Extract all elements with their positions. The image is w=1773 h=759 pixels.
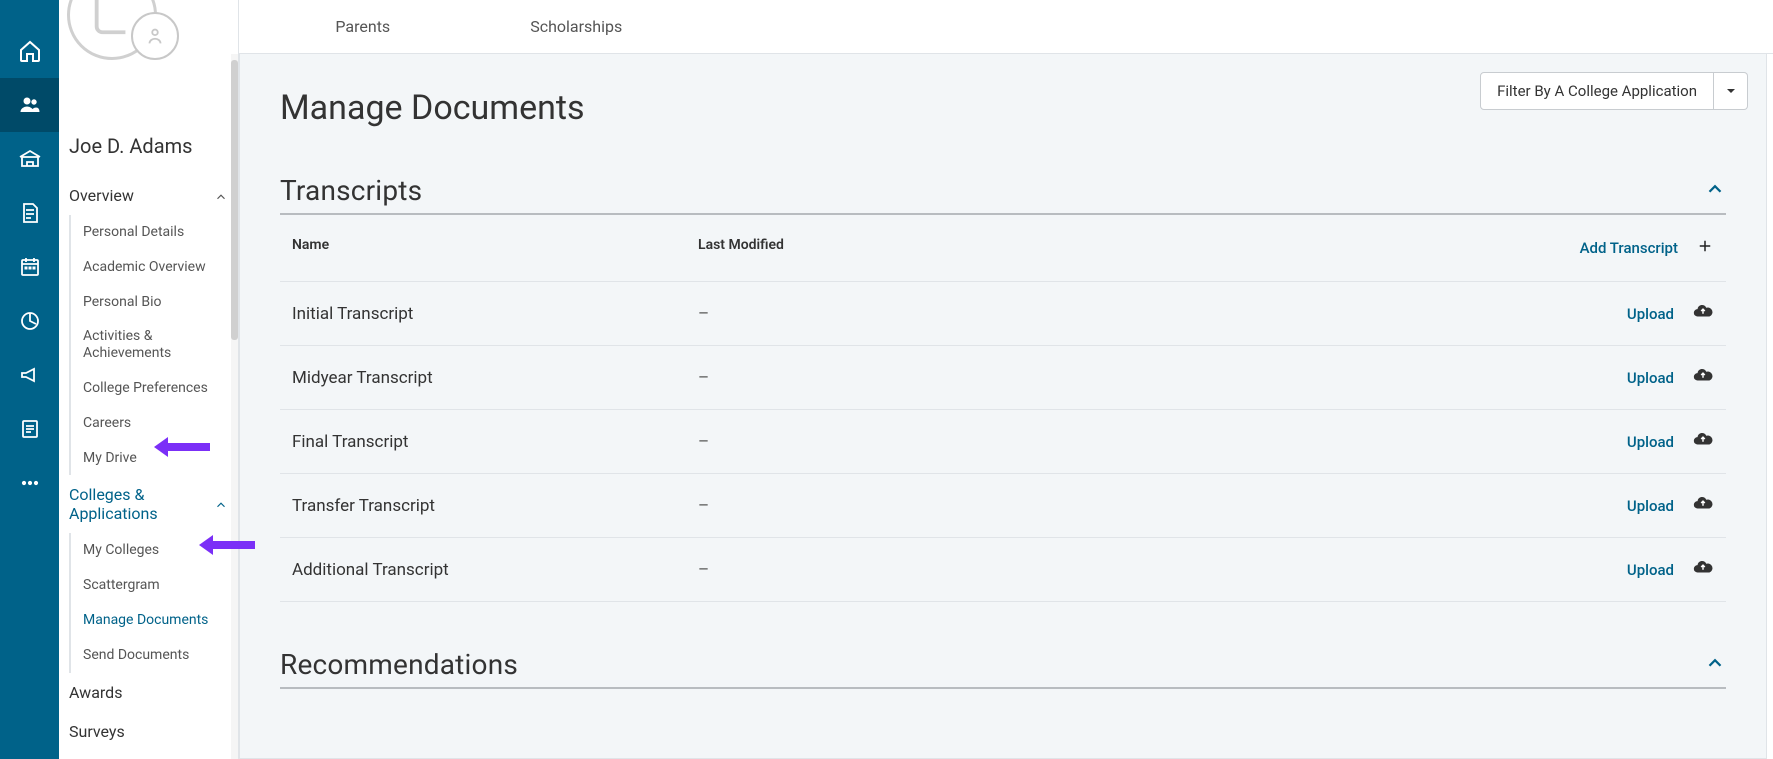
rail-document[interactable]	[0, 186, 59, 240]
cloud-upload-icon[interactable]	[1692, 428, 1714, 455]
menu-awards[interactable]: Awards	[59, 673, 238, 712]
filter-button[interactable]: Filter By A College Application	[1480, 72, 1714, 110]
row-name: Midyear Transcript	[292, 368, 698, 388]
table-row: Transfer Transcript– Upload	[280, 474, 1726, 538]
plus-icon[interactable]	[1696, 237, 1714, 259]
upload-link[interactable]: Upload	[1627, 561, 1674, 579]
top-tabs: Roster Parents Scholarships	[59, 0, 1773, 54]
sidebar-item-personal-details[interactable]: Personal Details	[71, 215, 238, 250]
rail-reports[interactable]	[0, 294, 59, 348]
table-row: Additional Transcript– Upload	[280, 538, 1726, 602]
row-modified: –	[698, 368, 1554, 388]
annotation-arrow-manage-docs	[195, 530, 257, 560]
nav-rail	[0, 0, 59, 759]
sidebar-item-academic-overview[interactable]: Academic Overview	[71, 250, 238, 285]
row-modified: –	[698, 432, 1554, 452]
rail-list[interactable]	[0, 402, 59, 456]
row-modified: –	[698, 560, 1554, 580]
upload-link[interactable]: Upload	[1627, 305, 1674, 323]
main-content: Manage Documents Filter By A College App…	[239, 54, 1767, 759]
student-sidebar: Joe D. Adams Overview Personal Details A…	[59, 0, 239, 759]
transcripts-heading: Transcripts	[280, 174, 422, 207]
upload-link[interactable]: Upload	[1627, 433, 1674, 451]
sidebar-item-activities[interactable]: Activities & Achievements	[71, 319, 238, 371]
tab-parents[interactable]: Parents	[335, 17, 390, 36]
rail-calendar[interactable]	[0, 240, 59, 294]
tab-scholarships[interactable]: Scholarships	[530, 17, 622, 36]
sidebar-item-college-preferences[interactable]: College Preferences	[71, 371, 238, 406]
recommendations-heading: Recommendations	[280, 648, 518, 681]
cloud-upload-icon[interactable]	[1692, 364, 1714, 391]
menu-overview[interactable]: Overview	[59, 176, 238, 215]
table-header: Name Last Modified Add Transcript	[280, 215, 1726, 282]
menu-awards-label: Awards	[69, 683, 122, 702]
table-row: Initial Transcript– Upload	[280, 282, 1726, 346]
transcripts-section: Transcripts Name Last Modified Add Trans…	[280, 174, 1726, 602]
collapse-recommendations[interactable]	[1704, 652, 1726, 678]
recommendations-section: Recommendations	[280, 648, 1726, 689]
chevron-up-icon	[214, 189, 228, 203]
rail-school[interactable]	[0, 132, 59, 186]
cloud-upload-icon[interactable]	[1692, 300, 1714, 327]
table-row: Midyear Transcript– Upload	[280, 346, 1726, 410]
row-name: Final Transcript	[292, 432, 698, 452]
add-transcript-link[interactable]: Add Transcript	[1580, 239, 1678, 257]
upload-link[interactable]: Upload	[1627, 369, 1674, 387]
menu-colleges-label: Colleges & Applications	[69, 485, 214, 523]
annotation-arrow-colleges	[150, 432, 212, 462]
menu-surveys[interactable]: Surveys	[59, 712, 238, 751]
row-name: Transfer Transcript	[292, 496, 698, 516]
row-name: Initial Transcript	[292, 304, 698, 324]
upload-link[interactable]: Upload	[1627, 497, 1674, 515]
transcripts-table: Name Last Modified Add Transcript Initia…	[280, 215, 1726, 602]
sidebar-item-scattergram[interactable]: Scattergram	[71, 568, 238, 603]
rail-home[interactable]	[0, 24, 59, 78]
collapse-transcripts[interactable]	[1704, 178, 1726, 204]
rail-announce[interactable]	[0, 348, 59, 402]
table-row: Final Transcript– Upload	[280, 410, 1726, 474]
filter-group: Filter By A College Application	[1480, 72, 1748, 110]
cloud-upload-icon[interactable]	[1692, 492, 1714, 519]
rail-people[interactable]	[0, 78, 59, 132]
student-avatar	[67, 10, 187, 130]
chevron-up-icon	[214, 497, 228, 511]
scrollbar[interactable]	[231, 54, 238, 759]
menu-overview-label: Overview	[69, 186, 134, 205]
rail-more[interactable]	[0, 456, 59, 510]
filter-dropdown[interactable]	[1714, 72, 1748, 110]
cloud-upload-icon[interactable]	[1692, 556, 1714, 583]
row-name: Additional Transcript	[292, 560, 698, 580]
sidebar-item-send-documents[interactable]: Send Documents	[71, 638, 238, 673]
row-modified: –	[698, 304, 1554, 324]
menu-colleges[interactable]: Colleges & Applications	[59, 475, 238, 533]
sidebar-item-manage-documents[interactable]: Manage Documents	[71, 603, 238, 638]
col-modified: Last Modified	[698, 237, 1554, 259]
menu-surveys-label: Surveys	[69, 722, 125, 741]
row-modified: –	[698, 496, 1554, 516]
col-name: Name	[292, 237, 698, 259]
sidebar-item-personal-bio[interactable]: Personal Bio	[71, 285, 238, 320]
student-name: Joe D. Adams	[59, 130, 238, 176]
side-menu: Overview Personal Details Academic Overv…	[59, 176, 238, 751]
